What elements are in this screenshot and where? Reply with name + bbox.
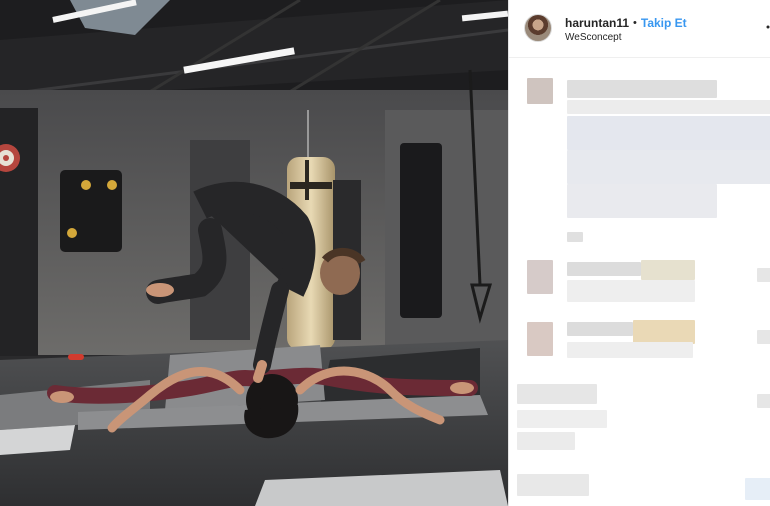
- blurred-like: [757, 268, 770, 282]
- blurred-like: [745, 478, 770, 500]
- blurred-like: [757, 394, 770, 408]
- blurred-text: [517, 410, 607, 428]
- blurred-text: [567, 116, 770, 150]
- blurred-avatar: [527, 260, 553, 294]
- blurred-text: [567, 262, 641, 276]
- post-side-panel: haruntan11 • Takip Et WeSconcept: [508, 0, 770, 506]
- blurred-text: [567, 80, 717, 98]
- post-header-line: haruntan11 • Takip Et: [565, 15, 687, 31]
- avatar[interactable]: [524, 14, 552, 42]
- blurred-text: [567, 150, 770, 184]
- blurred-text: [567, 184, 717, 218]
- blurred-text: [567, 100, 770, 114]
- blurred-text: [633, 320, 695, 344]
- post-photo[interactable]: [0, 0, 508, 506]
- more-options-icon[interactable]: [763, 22, 770, 32]
- blurred-text: [567, 232, 583, 242]
- blurred-text: [517, 432, 575, 450]
- blurred-like: [757, 330, 770, 344]
- blurred-avatar: [527, 322, 553, 356]
- blurred-text: [567, 342, 693, 358]
- blurred-text: [517, 474, 589, 496]
- blurred-text: [567, 280, 695, 302]
- blurred-avatar: [527, 78, 553, 104]
- location-link[interactable]: WeSconcept: [565, 32, 622, 43]
- separator-dot: •: [633, 17, 637, 29]
- post-header: haruntan11 • Takip Et WeSconcept: [509, 0, 770, 58]
- blurred-text: [517, 384, 597, 404]
- blurred-text: [567, 322, 633, 336]
- follow-button[interactable]: Takip Et: [641, 16, 687, 30]
- blurred-text: [641, 260, 695, 280]
- username-link[interactable]: haruntan11: [565, 16, 629, 30]
